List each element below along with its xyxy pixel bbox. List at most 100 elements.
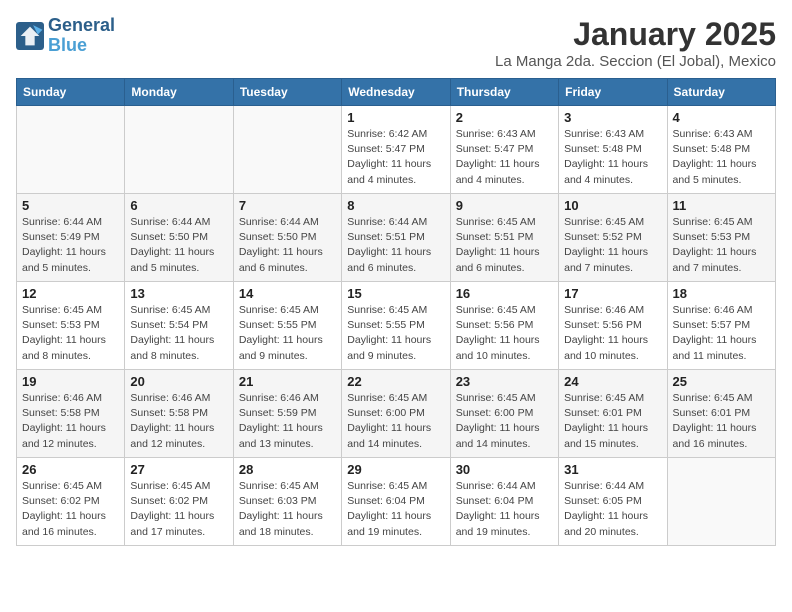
day-number: 24 [564, 374, 661, 389]
day-detail: Sunrise: 6:45 AMSunset: 6:00 PMDaylight:… [347, 391, 444, 452]
day-detail: Sunrise: 6:44 AMSunset: 6:04 PMDaylight:… [456, 479, 553, 540]
day-cell: 25Sunrise: 6:45 AMSunset: 6:01 PMDayligh… [667, 370, 775, 458]
day-number: 14 [239, 286, 336, 301]
logo-icon [16, 22, 44, 50]
day-cell: 31Sunrise: 6:44 AMSunset: 6:05 PMDayligh… [559, 458, 667, 546]
day-cell [125, 106, 233, 194]
day-detail: Sunrise: 6:46 AMSunset: 5:57 PMDaylight:… [673, 303, 770, 364]
column-header-thursday: Thursday [450, 79, 558, 106]
day-detail: Sunrise: 6:45 AMSunset: 5:55 PMDaylight:… [347, 303, 444, 364]
day-detail: Sunrise: 6:45 AMSunset: 5:54 PMDaylight:… [130, 303, 227, 364]
day-cell: 27Sunrise: 6:45 AMSunset: 6:02 PMDayligh… [125, 458, 233, 546]
day-cell: 16Sunrise: 6:45 AMSunset: 5:56 PMDayligh… [450, 282, 558, 370]
day-cell: 2Sunrise: 6:43 AMSunset: 5:47 PMDaylight… [450, 106, 558, 194]
column-header-saturday: Saturday [667, 79, 775, 106]
day-cell: 13 Sunrise: 6:45 AMSunset: 5:54 PMDayligh… [125, 282, 233, 370]
day-cell: 11 Sunrise: 6:45 AMSunset: 5:53 PMDayligh… [667, 194, 775, 282]
calendar-body: 1 Sunrise: 6:42 AMSunset: 5:47 PMDaylight… [17, 106, 776, 546]
day-cell: 21 Sunrise: 6:46 AMSunset: 5:59 PMDayligh… [233, 370, 341, 458]
day-cell: 17Sunrise: 6:46 AMSunset: 5:56 PMDayligh… [559, 282, 667, 370]
day-detail: Sunrise: 6:46 AMSunset: 5:58 PMDaylight:… [22, 391, 119, 452]
day-number: 2 [456, 110, 553, 125]
day-number: 18 [673, 286, 770, 301]
day-cell: 7 Sunrise: 6:44 AMSunset: 5:50 PMDaylight… [233, 194, 341, 282]
day-number: 3 [564, 110, 661, 125]
day-detail: Sunrise: 6:45 AMSunset: 6:04 PMDaylight:… [347, 479, 444, 540]
day-cell: 5Sunrise: 6:44 AMSunset: 5:49 PMDaylight… [17, 194, 125, 282]
day-number: 4 [673, 110, 770, 125]
day-number: 6 [130, 198, 227, 213]
day-cell: 28Sunrise: 6:45 AMSunset: 6:03 PMDayligh… [233, 458, 341, 546]
day-detail: Sunrise: 6:42 AMSunset: 5:47 PMDaylight:… [347, 127, 444, 188]
title-block: January 2025 La Manga 2da. Seccion (El J… [495, 16, 776, 70]
day-number: 1 [347, 110, 444, 125]
day-cell: 20 Sunrise: 6:46 AMSunset: 5:58 PMDayligh… [125, 370, 233, 458]
column-header-sunday: Sunday [17, 79, 125, 106]
day-number: 8 [347, 198, 444, 213]
day-cell [233, 106, 341, 194]
day-cell: 15 Sunrise: 6:45 AMSunset: 5:55 PMDayligh… [342, 282, 450, 370]
day-detail: Sunrise: 6:44 AMSunset: 5:50 PMDaylight:… [239, 215, 336, 276]
week-row-1: 1 Sunrise: 6:42 AMSunset: 5:47 PMDaylight… [17, 106, 776, 194]
day-number: 20 [130, 374, 227, 389]
page-header: General Blue January 2025 La Manga 2da. … [16, 16, 776, 70]
day-detail: Sunrise: 6:45 AMSunset: 6:02 PMDaylight:… [130, 479, 227, 540]
day-cell: 1 Sunrise: 6:42 AMSunset: 5:47 PMDaylight… [342, 106, 450, 194]
column-header-wednesday: Wednesday [342, 79, 450, 106]
day-detail: Sunrise: 6:45 AMSunset: 6:02 PMDaylight:… [22, 479, 119, 540]
week-row-4: 19 Sunrise: 6:46 AMSunset: 5:58 PMDayligh… [17, 370, 776, 458]
day-number: 9 [456, 198, 553, 213]
day-cell: 14Sunrise: 6:45 AMSunset: 5:55 PMDayligh… [233, 282, 341, 370]
day-detail: Sunrise: 6:45 AMSunset: 6:00 PMDaylight:… [456, 391, 553, 452]
day-cell: 9 Sunrise: 6:45 AMSunset: 5:51 PMDaylight… [450, 194, 558, 282]
week-row-2: 5Sunrise: 6:44 AMSunset: 5:49 PMDaylight… [17, 194, 776, 282]
day-number: 12 [22, 286, 119, 301]
day-cell: 26Sunrise: 6:45 AMSunset: 6:02 PMDayligh… [17, 458, 125, 546]
day-cell [667, 458, 775, 546]
day-detail: Sunrise: 6:44 AMSunset: 5:50 PMDaylight:… [130, 215, 227, 276]
day-number: 11 [673, 198, 770, 213]
day-detail: Sunrise: 6:46 AMSunset: 5:56 PMDaylight:… [564, 303, 661, 364]
day-detail: Sunrise: 6:45 AMSunset: 5:53 PMDaylight:… [673, 215, 770, 276]
day-detail: Sunrise: 6:43 AMSunset: 5:48 PMDaylight:… [564, 127, 661, 188]
logo-text-line2: Blue [48, 36, 115, 56]
day-cell: 8 Sunrise: 6:44 AMSunset: 5:51 PMDaylight… [342, 194, 450, 282]
day-detail: Sunrise: 6:44 AMSunset: 5:51 PMDaylight:… [347, 215, 444, 276]
day-detail: Sunrise: 6:45 AMSunset: 5:53 PMDaylight:… [22, 303, 119, 364]
day-number: 21 [239, 374, 336, 389]
day-detail: Sunrise: 6:45 AMSunset: 5:52 PMDaylight:… [564, 215, 661, 276]
day-detail: Sunrise: 6:43 AMSunset: 5:48 PMDaylight:… [673, 127, 770, 188]
day-detail: Sunrise: 6:45 AMSunset: 6:01 PMDaylight:… [564, 391, 661, 452]
month-title: January 2025 [495, 16, 776, 53]
day-cell: 10 Sunrise: 6:45 AMSunset: 5:52 PMDayligh… [559, 194, 667, 282]
day-cell: 30Sunrise: 6:44 AMSunset: 6:04 PMDayligh… [450, 458, 558, 546]
day-number: 5 [22, 198, 119, 213]
column-header-friday: Friday [559, 79, 667, 106]
week-row-5: 26Sunrise: 6:45 AMSunset: 6:02 PMDayligh… [17, 458, 776, 546]
day-cell: 19 Sunrise: 6:46 AMSunset: 5:58 PMDayligh… [17, 370, 125, 458]
day-detail: Sunrise: 6:46 AMSunset: 5:58 PMDaylight:… [130, 391, 227, 452]
location-title: La Manga 2da. Seccion (El Jobal), Mexico [495, 53, 776, 70]
day-number: 13 [130, 286, 227, 301]
day-cell: 4 Sunrise: 6:43 AMSunset: 5:48 PMDaylight… [667, 106, 775, 194]
day-detail: Sunrise: 6:45 AMSunset: 5:51 PMDaylight:… [456, 215, 553, 276]
calendar-table: SundayMondayTuesdayWednesdayThursdayFrid… [16, 78, 776, 546]
day-cell: 18 Sunrise: 6:46 AMSunset: 5:57 PMDayligh… [667, 282, 775, 370]
day-cell: 24 Sunrise: 6:45 AMSunset: 6:01 PMDayligh… [559, 370, 667, 458]
week-row-3: 12 Sunrise: 6:45 AMSunset: 5:53 PMDayligh… [17, 282, 776, 370]
logo-text-line1: General [48, 16, 115, 36]
day-cell: 3 Sunrise: 6:43 AMSunset: 5:48 PMDaylight… [559, 106, 667, 194]
day-number: 19 [22, 374, 119, 389]
day-cell [17, 106, 125, 194]
day-number: 29 [347, 462, 444, 477]
day-number: 31 [564, 462, 661, 477]
day-detail: Sunrise: 6:46 AMSunset: 5:59 PMDaylight:… [239, 391, 336, 452]
day-number: 7 [239, 198, 336, 213]
day-cell: 22Sunrise: 6:45 AMSunset: 6:00 PMDayligh… [342, 370, 450, 458]
column-header-tuesday: Tuesday [233, 79, 341, 106]
day-number: 15 [347, 286, 444, 301]
day-number: 10 [564, 198, 661, 213]
column-header-monday: Monday [125, 79, 233, 106]
day-number: 16 [456, 286, 553, 301]
day-detail: Sunrise: 6:45 AMSunset: 6:03 PMDaylight:… [239, 479, 336, 540]
